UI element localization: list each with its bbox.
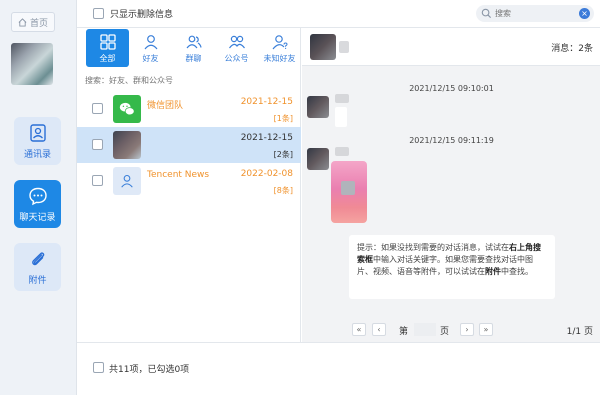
nav-contacts-label: 通讯录 <box>23 149 51 160</box>
app-window: 首页 通讯录 聊天记录 附件 只显示删除信息 搜索 × 全部 好友 群聊 公众号… <box>0 0 600 395</box>
list-item[interactable]: 微信团队 2021-12-15 [1条] <box>77 91 301 127</box>
page-prefix: 第 <box>399 327 409 337</box>
list-item[interactable]: Tencent News 2022-02-08 [8条] <box>77 163 301 199</box>
contact-date: 2022-02-08 <box>240 169 293 179</box>
search-hint: 提示：如果没找到需要的对话消息，试试在右上角搜索框中输入对话关键字。如果您需要查… <box>349 235 555 299</box>
message-timestamp: 2021/12/15 09:11:19 <box>409 136 494 145</box>
message-count: [1条] <box>273 114 293 123</box>
tab-groups-label: 群聊 <box>185 53 202 63</box>
nav-contacts[interactable]: 通讯录 <box>14 117 61 165</box>
chat-message-count: 消息：2条 <box>551 44 593 54</box>
message-timestamp: 2021/12/15 09:10:01 <box>409 84 494 93</box>
show-deleted-checkbox[interactable] <box>93 8 104 19</box>
nav-attachments[interactable]: 附件 <box>14 243 61 291</box>
chat-bubble-icon <box>28 187 47 205</box>
tab-official-accounts[interactable]: 公众号 <box>215 29 258 67</box>
sticker-image[interactable] <box>331 161 367 223</box>
home-label: 首页 <box>29 18 48 29</box>
contact-date: 2021-12-15 <box>240 97 293 107</box>
person-icon <box>144 34 157 49</box>
sender-name <box>335 94 349 103</box>
home-button[interactable]: 首页 <box>11 12 55 32</box>
chat-contact-name <box>339 41 349 53</box>
hint-prefix: 提示：如果没找到需要的对话消息，试试在 <box>357 243 509 252</box>
tab-friends[interactable]: 好友 <box>129 29 172 67</box>
row-checkbox[interactable] <box>92 139 103 150</box>
nav-chat-records-label: 聊天记录 <box>19 212 56 223</box>
group-icon <box>186 35 202 48</box>
footer-bar: 共11项，已勾选0项 <box>77 342 600 395</box>
pagination: « ‹ 第 页 › » 1/1 页 <box>302 318 600 342</box>
show-deleted-label: 只显示删除信息 <box>110 10 174 20</box>
hint-suffix: 中查找。 <box>501 267 533 276</box>
left-nav: 首页 通讯录 聊天记录 附件 <box>0 0 75 395</box>
chat-contact-avatar <box>310 34 336 60</box>
list-item[interactable]: 2021-12-15 [2条] <box>77 127 301 163</box>
sender-avatar <box>307 96 329 118</box>
tab-groups[interactable]: 群聊 <box>172 29 215 67</box>
selection-summary: 共11项，已勾选0项 <box>109 365 190 375</box>
sender-avatar <box>307 148 329 170</box>
row-checkbox[interactable] <box>92 175 103 186</box>
category-tabs: 全部 好友 群聊 公众号 未知好友 <box>86 29 301 67</box>
contact-name: Tencent News <box>147 170 210 180</box>
last-page-button[interactable]: » <box>479 323 493 336</box>
contact-name: 微信团队 <box>147 101 184 111</box>
row-checkbox[interactable] <box>92 103 103 114</box>
unknown-person-icon <box>272 34 288 49</box>
wechat-team-avatar <box>113 95 141 123</box>
contact-rows: 微信团队 2021-12-15 [1条] 2021-12-15 [2条] Ten… <box>77 91 301 199</box>
contact-date: 2021-12-15 <box>240 133 293 143</box>
contact-search-input[interactable] <box>85 72 299 88</box>
nav-chat-records[interactable]: 聊天记录 <box>14 180 61 228</box>
prev-page-button[interactable]: ‹ <box>372 323 386 336</box>
official-account-icon <box>228 35 245 48</box>
user-avatar <box>11 43 53 85</box>
select-all-checkbox[interactable] <box>93 362 104 373</box>
search-icon <box>481 8 492 19</box>
contact-avatar <box>113 131 141 159</box>
paperclip-icon <box>31 251 44 265</box>
hint-bold-attachment: 附件 <box>485 267 501 276</box>
first-page-button[interactable]: « <box>352 323 366 336</box>
tab-all[interactable]: 全部 <box>86 29 129 67</box>
chat-view: 消息：2条 2021/12/15 09:10:01 2021/12/15 09:… <box>302 28 600 342</box>
tab-official-accounts-label: 公众号 <box>224 53 249 63</box>
tab-friends-label: 好友 <box>142 53 159 63</box>
message-count: [8条] <box>273 186 293 195</box>
conversation-list: 全部 好友 群聊 公众号 未知好友 搜索：好友、群和公众号 微信团队 2021-… <box>77 28 301 342</box>
message-bubble[interactable] <box>335 107 347 127</box>
nav-attachments-label: 附件 <box>28 275 47 286</box>
page-total: 1/1 页 <box>566 327 593 337</box>
sender-name <box>335 147 349 156</box>
page-suffix: 页 <box>440 327 450 337</box>
chat-header: 消息：2条 <box>302 28 600 66</box>
tab-unknown-friends[interactable]: 未知好友 <box>258 29 301 67</box>
search-box: × <box>476 5 594 22</box>
tab-all-label: 全部 <box>99 53 116 63</box>
main-panel: 只显示删除信息 × 全部 <box>76 0 600 395</box>
contacts-icon <box>29 123 46 142</box>
wechat-logo-icon <box>119 102 135 116</box>
home-icon <box>18 17 27 27</box>
person-icon <box>121 174 133 188</box>
search-input[interactable] <box>495 9 573 18</box>
grid-icon <box>99 33 116 50</box>
next-page-button[interactable]: › <box>460 323 474 336</box>
tencent-news-avatar <box>113 167 141 195</box>
clear-search-icon[interactable]: × <box>579 8 590 19</box>
tab-unknown-friends-label: 未知好友 <box>263 53 296 63</box>
sticker-detail <box>341 181 355 195</box>
message-count: [2条] <box>273 150 293 159</box>
page-number-input[interactable] <box>414 323 436 336</box>
top-bar: 只显示删除信息 × <box>77 0 600 28</box>
